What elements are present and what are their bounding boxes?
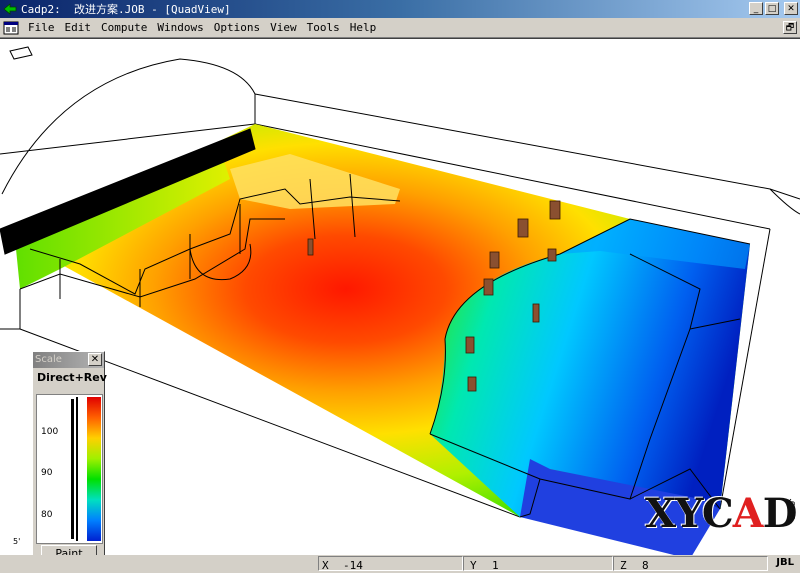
menu-help[interactable]: Help <box>345 21 382 34</box>
scale-marker: 5' <box>13 537 21 546</box>
menu-compute[interactable]: Compute <box>96 21 152 34</box>
status-x-value: -14 <box>343 559 363 572</box>
wm-pre: XYC <box>645 490 734 537</box>
status-z-value: 8 <box>642 559 649 572</box>
scale-window-caption[interactable]: Scale ✕ <box>33 352 104 368</box>
scale-gradient-bar <box>87 397 101 541</box>
menu-view[interactable]: View <box>265 21 302 34</box>
watermark-logo: XYCAD <box>645 490 797 537</box>
scale-tick-80: 80 <box>41 510 53 520</box>
maximize-button[interactable]: □ <box>765 2 779 15</box>
menu-options[interactable]: Options <box>209 21 265 34</box>
status-x-cell: X -14 <box>318 556 463 572</box>
scale-close-button[interactable]: ✕ <box>88 353 102 366</box>
watermark-suffix: .com <box>787 498 797 521</box>
menu-edit[interactable]: Edit <box>60 21 97 34</box>
scale-tick-90: 90 <box>41 468 53 478</box>
status-z-cell: Z 8 <box>613 556 768 572</box>
scale-legend: 100 90 80 <box>36 394 103 544</box>
status-x-label: X <box>322 559 329 572</box>
status-bar: X -14 Y 1 Z 8 <box>0 555 800 573</box>
minimize-button[interactable]: _ <box>749 2 763 15</box>
status-y-value: 1 <box>492 559 499 572</box>
scale-axis-line <box>71 399 74 539</box>
menu-bar: File Edit Compute Windows Options View T… <box>0 18 800 38</box>
app-arrow-icon <box>3 3 17 15</box>
document-icon[interactable] <box>3 21 19 35</box>
menu-windows[interactable]: Windows <box>152 21 208 34</box>
status-z-label: Z <box>620 559 627 572</box>
close-button[interactable]: ✕ <box>784 2 798 15</box>
status-y-label: Y <box>470 559 477 572</box>
scale-mode-label: Direct+Rev <box>37 371 107 384</box>
venue-model[interactable] <box>0 39 800 555</box>
menu-file[interactable]: File <box>23 21 60 34</box>
scale-window[interactable]: Scale ✕ Direct+Rev 100 90 80 Paint <box>32 351 107 566</box>
status-y-cell: Y 1 <box>463 556 613 572</box>
scale-axis-line-2 <box>76 397 78 541</box>
restore-child-button[interactable]: 🗗 <box>783 21 797 34</box>
3d-viewport[interactable] <box>0 38 800 555</box>
brand-label: JBL <box>776 557 794 568</box>
wm-accent: A <box>732 490 764 537</box>
scale-caption-text: Scale <box>35 354 62 365</box>
scale-tick-100: 100 <box>41 427 59 437</box>
menu-tools[interactable]: Tools <box>302 21 345 34</box>
title-bar: Cadp2: 改进方案.JOB - [QuadView] _ □ ✕ <box>0 0 800 18</box>
window-title: Cadp2: 改进方案.JOB - [QuadView] <box>21 3 231 16</box>
